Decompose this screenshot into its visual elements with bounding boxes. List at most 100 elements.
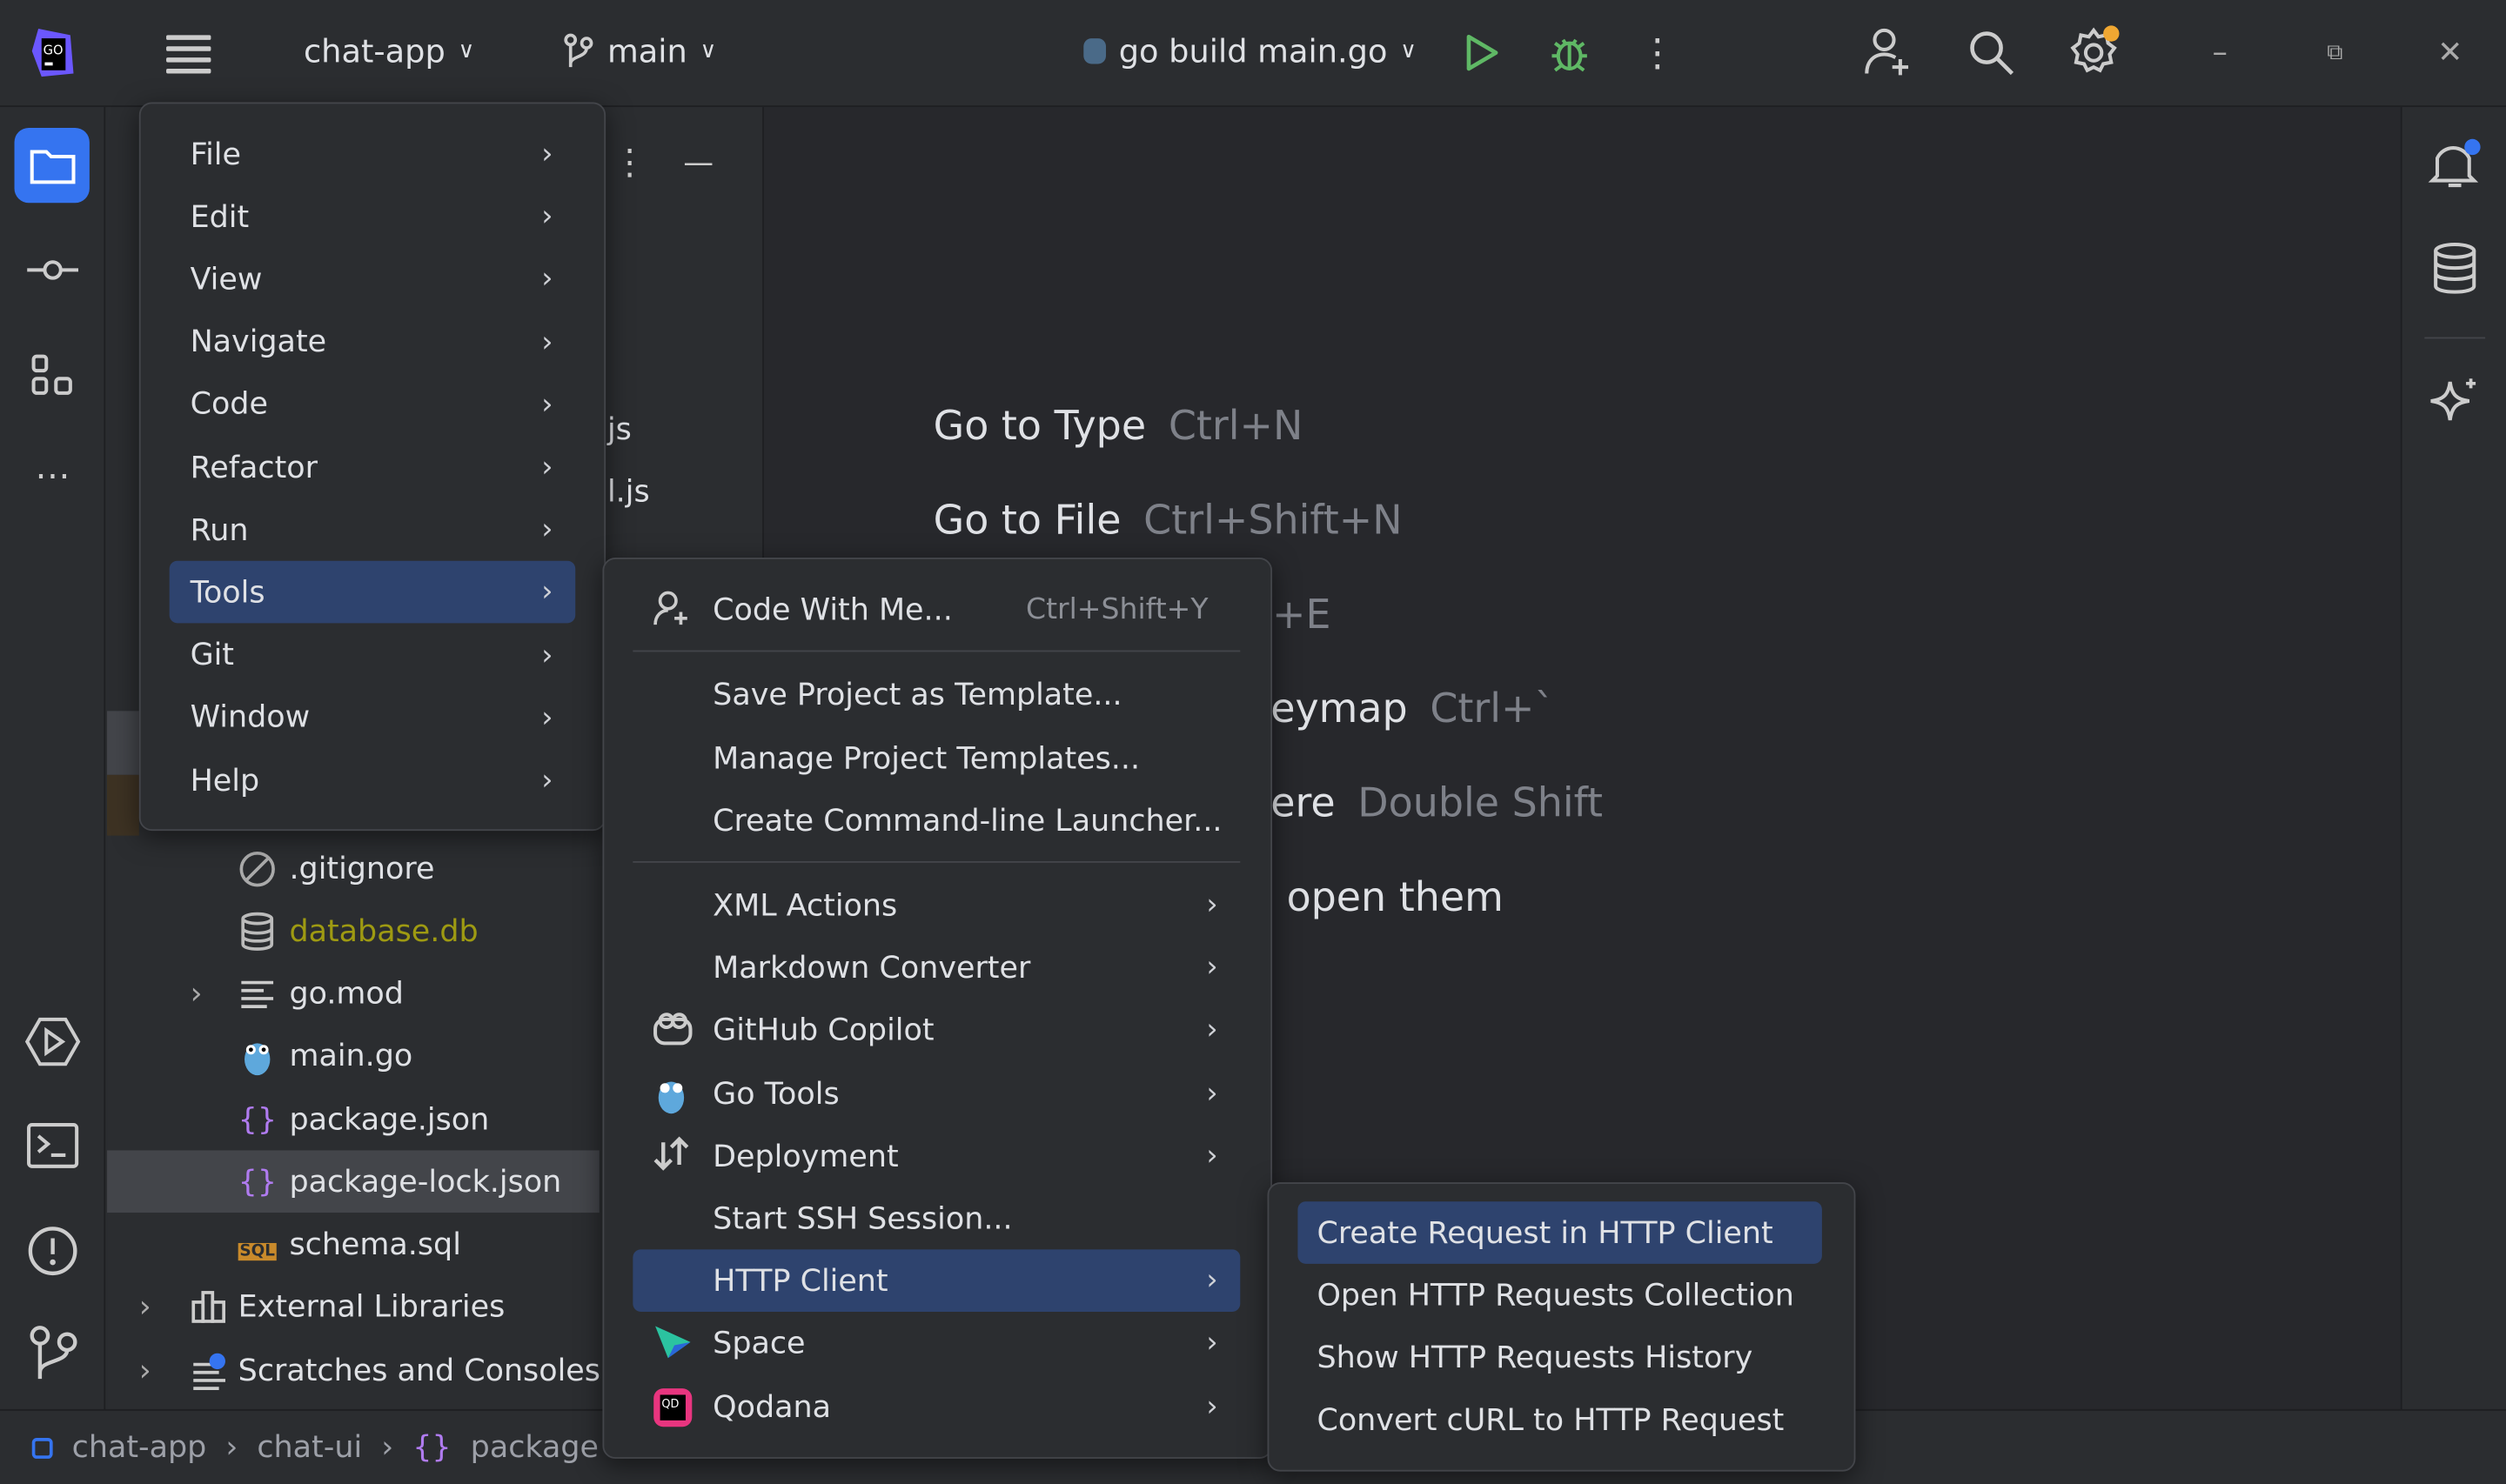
- tree-item-package-json[interactable]: {} package.json: [107, 1088, 600, 1151]
- breadcrumb-item[interactable]: chat-ui: [257, 1430, 362, 1465]
- commit-icon[interactable]: [23, 248, 84, 292]
- space-icon: [652, 1323, 694, 1361]
- terminal-icon[interactable]: [23, 1119, 84, 1173]
- menu-item-tools[interactable]: Tools ›: [169, 561, 576, 625]
- hide-panel-icon[interactable]: —: [678, 141, 720, 185]
- code-with-me-icon[interactable]: [1860, 24, 1914, 82]
- gopher-icon: [1083, 38, 1107, 64]
- minimize-window-button[interactable]: –: [2202, 32, 2237, 74]
- tree-item-partial[interactable]: l.js: [607, 475, 650, 510]
- http-item-1[interactable]: Open HTTP Requests Collection: [1297, 1264, 1821, 1327]
- menu-item-git[interactable]: Git ›: [170, 624, 576, 686]
- tools-item-qodana[interactable]: QD Qodana ›: [633, 1375, 1240, 1438]
- chevron-right-icon: ›: [1206, 1139, 1218, 1173]
- close-window-button[interactable]: ✕: [2433, 32, 2468, 74]
- tree-item-package-lock-json[interactable]: {} package-lock.json: [107, 1150, 600, 1213]
- tools-item-github-copilot[interactable]: GitHub Copilot ›: [633, 999, 1240, 1061]
- menu-item-label: Navigate: [190, 324, 327, 360]
- database-icon[interactable]: [2426, 240, 2483, 297]
- more-tools-icon[interactable]: ⋯: [25, 456, 79, 496]
- tree-item-gomod[interactable]: › go.mod: [107, 962, 600, 1025]
- tree-item-external-libraries[interactable]: › External Libraries: [107, 1275, 600, 1338]
- chevron-right-icon: ›: [541, 512, 553, 547]
- menu-item-run[interactable]: Run ›: [170, 498, 576, 561]
- json-braces-icon: {}: [238, 1101, 278, 1137]
- tools-item-markdown-converter[interactable]: Markdown Converter ›: [633, 936, 1240, 999]
- http-item-0[interactable]: Create Request in HTTP Client: [1297, 1201, 1822, 1264]
- chevron-right-icon: ›: [381, 1429, 394, 1466]
- search-icon[interactable]: [1966, 25, 2017, 79]
- tree-item-database[interactable]: database.db: [107, 899, 600, 962]
- deployment-icon: [652, 1136, 690, 1171]
- menu-item-navigate[interactable]: Navigate ›: [170, 311, 576, 373]
- ai-assistant-sparkle-icon[interactable]: [2426, 374, 2483, 431]
- tools-item-go-tools[interactable]: Go Tools ›: [633, 1062, 1240, 1125]
- chevron-right-icon: ›: [541, 199, 553, 234]
- tree-item-partial[interactable]: js: [607, 412, 632, 447]
- menu-item-help[interactable]: Help ›: [170, 749, 576, 812]
- breadcrumb-item[interactable]: chat-app: [72, 1430, 207, 1465]
- menu-item-label: HTTP Client: [713, 1262, 888, 1299]
- tree-item-label: go.mod: [289, 975, 404, 1011]
- menu-item-label: File: [190, 137, 241, 172]
- tools-item-xml-actions[interactable]: XML Actions ›: [633, 874, 1240, 937]
- chevron-right-icon[interactable]: ›: [139, 1353, 191, 1387]
- menu-item-label: Show HTTP Requests History: [1317, 1340, 1753, 1376]
- module-icon: [31, 1437, 53, 1459]
- branch-icon: [564, 33, 593, 68]
- options-icon[interactable]: ⋮: [612, 141, 647, 185]
- run-icon[interactable]: [1459, 29, 1504, 77]
- tools-item-manage-project-templates[interactable]: Manage Project Templates...: [633, 727, 1240, 790]
- tree-item-gitignore[interactable]: .gitignore: [107, 837, 600, 899]
- tools-item-http-client[interactable]: HTTP Client ›: [633, 1249, 1241, 1312]
- structure-icon[interactable]: [25, 348, 79, 402]
- chevron-right-icon[interactable]: ›: [139, 1288, 191, 1323]
- menu-item-edit[interactable]: Edit ›: [170, 185, 576, 248]
- debug-icon[interactable]: [1545, 29, 1593, 77]
- menu-item-code[interactable]: Code ›: [170, 373, 576, 436]
- chevron-right-icon[interactable]: ›: [191, 975, 238, 1010]
- run-config-selector[interactable]: go build main.go ∨: [1083, 32, 1417, 70]
- more-actions-icon[interactable]: ⋮: [1638, 29, 1677, 77]
- problems-icon[interactable]: [23, 1220, 84, 1281]
- scratches-icon: [193, 1352, 225, 1390]
- run-services-icon[interactable]: [23, 1012, 84, 1073]
- chevron-down-icon: ∨: [458, 38, 475, 64]
- branch-name: main: [606, 31, 687, 70]
- menu-item-label: Qodana: [713, 1389, 832, 1425]
- tree-item-label: Scratches and Consoles: [238, 1352, 600, 1388]
- tree-item-scratches[interactable]: › Scratches and Consoles: [107, 1339, 682, 1401]
- menu-item-label: Code: [190, 387, 268, 423]
- tools-item-create-command-line-launcher[interactable]: Create Command-line Launcher...: [633, 789, 1240, 852]
- tools-item-start-ssh-session[interactable]: Start SSH Session...: [633, 1187, 1240, 1250]
- menu-item-label: Go Tools: [713, 1076, 840, 1112]
- branch-selector[interactable]: main ∨: [563, 31, 716, 70]
- tree-item-label: schema.sql: [289, 1226, 461, 1262]
- notifications-bell-icon[interactable]: [2426, 134, 2483, 191]
- menu-item-shortcut: Ctrl+Shift+Y: [1025, 592, 1209, 626]
- git-branches-icon[interactable]: [23, 1323, 84, 1384]
- tree-item-main-go[interactable]: main.go: [107, 1024, 600, 1086]
- menu-separator: [633, 860, 1241, 863]
- restore-window-button[interactable]: ⧉: [2317, 32, 2352, 74]
- menu-item-window[interactable]: Window ›: [170, 686, 576, 749]
- breadcrumb-item[interactable]: package: [471, 1430, 599, 1465]
- tree-item-schema-sql[interactable]: SQL schema.sql: [107, 1213, 600, 1275]
- goland-logo-icon[interactable]: GO: [29, 25, 77, 79]
- project-selector[interactable]: chat-app ∨: [304, 32, 474, 70]
- menu-item-refactor[interactable]: Refactor ›: [170, 436, 576, 498]
- settings-gear-icon[interactable]: [2068, 24, 2122, 78]
- tools-item-save-project-as-template[interactable]: Save Project as Template...: [633, 663, 1240, 725]
- tools-item-space[interactable]: Space ›: [633, 1312, 1240, 1374]
- http-item-2[interactable]: Show HTTP Requests History: [1297, 1327, 1821, 1389]
- tools-item-deployment[interactable]: Deployment ›: [633, 1125, 1240, 1187]
- tools-item-code-with-me[interactable]: Code With Me... Ctrl+Shift+Y: [633, 578, 1240, 641]
- menu-item-file[interactable]: File ›: [170, 123, 576, 185]
- hint-keymap: eymap Ctrl+`: [1270, 685, 1555, 732]
- tree-item-label: package.json: [289, 1101, 490, 1137]
- menu-item-view[interactable]: View ›: [170, 248, 576, 311]
- project-folder-icon[interactable]: [14, 127, 90, 204]
- http-item-3[interactable]: Convert cURL to HTTP Request: [1297, 1389, 1821, 1452]
- menu-item-label: GitHub Copilot: [713, 1012, 935, 1047]
- main-menu-hamburger-icon[interactable]: [164, 30, 212, 75]
